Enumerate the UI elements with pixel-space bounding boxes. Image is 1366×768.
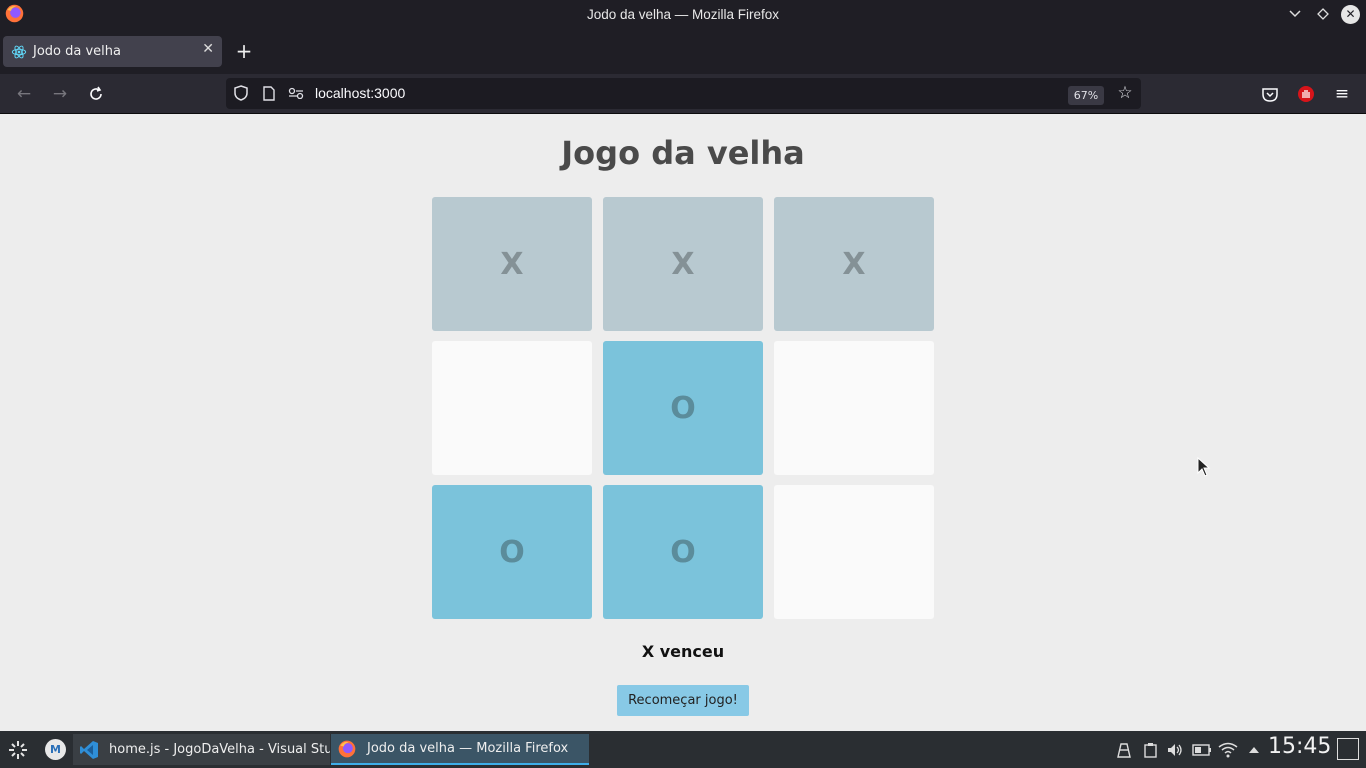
taskbar: M home.js - JogoDaVelha - Visual Stu... … — [0, 731, 1366, 768]
react-favicon-icon — [11, 45, 27, 58]
application-launcher-icon[interactable] — [6, 738, 30, 762]
window-controls: ✕ — [1285, 4, 1360, 24]
navigation-bar: ← → localhost:3000 67% ☆ ≡ — [0, 74, 1366, 114]
board-cell[interactable]: X — [774, 197, 934, 331]
board-cell[interactable]: X — [603, 197, 763, 331]
url-text[interactable]: localhost:3000 — [315, 85, 405, 101]
pocket-icon[interactable] — [1259, 83, 1281, 105]
back-arrow-icon[interactable]: ← — [13, 83, 35, 105]
taskbar-clock[interactable]: 15:45 — [1268, 734, 1331, 759]
window-title: Jodo da velha — Mozilla Firefox — [586, 6, 780, 22]
reload-icon[interactable] — [85, 83, 107, 105]
board-cell[interactable]: O — [603, 341, 763, 475]
show-desktop-button[interactable] — [1337, 738, 1359, 760]
mouse-cursor-icon — [1197, 457, 1211, 477]
vlc-tray-icon[interactable] — [1115, 740, 1133, 760]
clipboard-icon[interactable] — [1141, 740, 1159, 760]
firefox-icon — [338, 740, 356, 757]
close-window-icon[interactable]: ✕ — [1341, 4, 1360, 24]
close-tab-icon[interactable]: ✕ — [202, 41, 214, 57]
shield-icon[interactable] — [232, 84, 250, 102]
tab-jogo-da-velha[interactable]: Jodo da velha ✕ — [3, 36, 222, 67]
new-tab-button[interactable]: + — [234, 41, 254, 61]
window-titlebar: Jodo da velha — Mozilla Firefox ✕ — [0, 0, 1366, 28]
minimize-icon[interactable] — [1285, 4, 1305, 24]
zoom-level-badge[interactable]: 67% — [1068, 86, 1104, 105]
board-cell[interactable]: O — [432, 485, 592, 619]
task-label: home.js - JogoDaVelha - Visual Stu... — [109, 742, 330, 757]
menu-hamburger-icon[interactable]: ≡ — [1331, 83, 1353, 105]
board-cell[interactable] — [774, 341, 934, 475]
board-cell[interactable]: X — [432, 197, 592, 331]
board-cell[interactable] — [774, 485, 934, 619]
permissions-icon[interactable] — [287, 84, 305, 102]
forward-arrow-icon[interactable]: → — [49, 83, 71, 105]
firefox-logo-icon[interactable] — [4, 3, 25, 24]
page-info-icon[interactable] — [260, 84, 278, 102]
vscode-icon — [80, 740, 98, 759]
taskbar-task-firefox[interactable]: Jodo da velha — Mozilla Firefox — [331, 734, 589, 765]
page-title: Jogo da velha — [561, 134, 805, 172]
bookmark-star-icon[interactable]: ☆ — [1116, 83, 1134, 103]
tray-expand-arrow-icon[interactable] — [1245, 740, 1263, 760]
game-status: X venceu — [641, 642, 725, 661]
page-content: Jogo da velha XXXOOO X venceu Recomeçar … — [0, 114, 1366, 731]
game-board: XXXOOO — [432, 197, 934, 619]
taskbar-task-vscode[interactable]: home.js - JogoDaVelha - Visual Stu... — [73, 734, 330, 765]
maximize-icon[interactable] — [1313, 4, 1333, 24]
restart-game-button[interactable]: Recomeçar jogo! — [617, 685, 749, 716]
tab-strip: Jodo da velha ✕ + — [0, 28, 1366, 74]
volume-icon[interactable] — [1166, 740, 1184, 760]
board-cell[interactable] — [432, 341, 592, 475]
wifi-icon[interactable] — [1217, 740, 1239, 760]
url-bar[interactable]: localhost:3000 67% ☆ — [226, 78, 1141, 109]
pinned-app-icon[interactable]: M — [45, 739, 66, 760]
tab-label: Jodo da velha — [33, 44, 121, 59]
task-label: Jodo da velha — Mozilla Firefox — [367, 741, 569, 756]
battery-icon[interactable] — [1191, 740, 1213, 760]
extension-blocker-icon[interactable] — [1295, 83, 1317, 105]
board-cell[interactable]: O — [603, 485, 763, 619]
